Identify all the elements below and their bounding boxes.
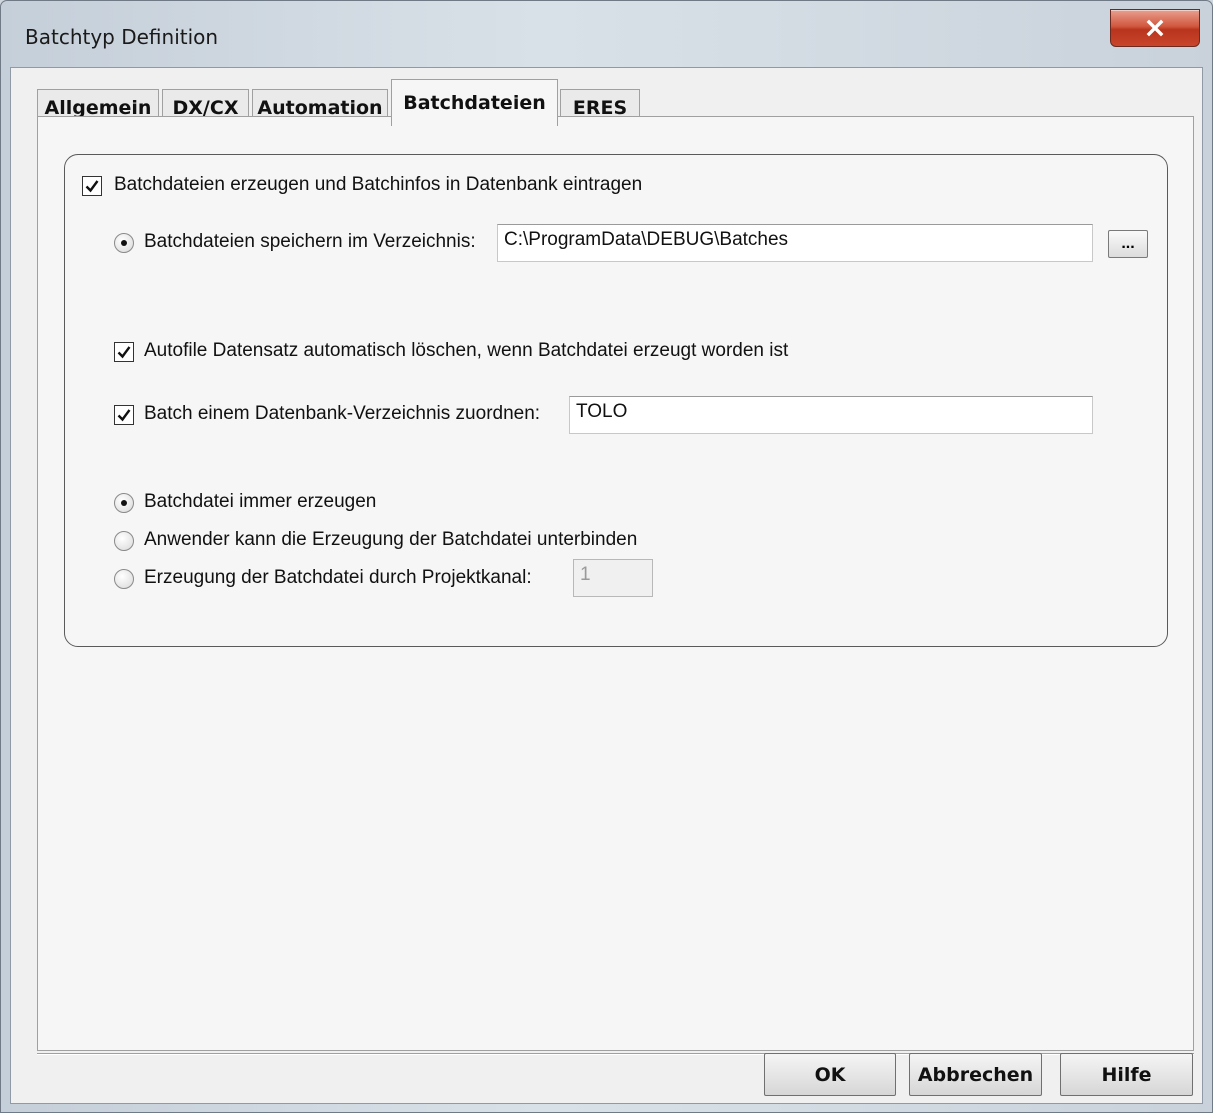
cancel-button[interactable]: Abbrechen xyxy=(909,1053,1042,1096)
radio-projektkanal[interactable] xyxy=(114,569,134,589)
browse-button[interactable]: ... xyxy=(1108,230,1148,258)
generate-batch-label: Batchdateien erzeugen und Batchinfos in … xyxy=(114,174,643,195)
radio-user-suppress-label: Anwender kann die Erzeugung der Batchdat… xyxy=(144,529,638,550)
tab-panel-batchdateien: Batchdateien erzeugen und Batchinfos in … xyxy=(37,116,1194,1051)
autofile-delete-label: Autofile Datensatz automatisch löschen, … xyxy=(144,340,789,361)
save-dir-label: Batchdateien speichern im Verzeichnis: xyxy=(144,231,476,252)
radio-user-suppress[interactable] xyxy=(114,531,134,551)
radio-always-generate-label: Batchdatei immer erzeugen xyxy=(144,491,377,512)
db-dir-label: Batch einem Datenbank-Verzeichnis zuordn… xyxy=(144,403,541,424)
checkmark-icon xyxy=(117,409,131,422)
close-icon xyxy=(1146,19,1164,37)
ok-button[interactable]: OK xyxy=(764,1053,896,1096)
title-bar[interactable]: Batchtyp Definition xyxy=(1,1,1212,65)
generate-batch-checkbox[interactable] xyxy=(82,176,102,196)
save-dir-input[interactable]: C:\ProgramData\DEBUG\Batches xyxy=(497,224,1093,262)
db-dir-input[interactable]: TOLO xyxy=(569,396,1093,434)
help-button[interactable]: Hilfe xyxy=(1060,1053,1193,1096)
tab-batchdateien[interactable]: Batchdateien xyxy=(391,79,558,126)
dialog-window: Batchtyp Definition Allgemein DX/CX Auto… xyxy=(0,0,1213,1113)
save-dir-radio[interactable] xyxy=(114,233,134,253)
batch-settings-group: Batchdateien erzeugen und Batchinfos in … xyxy=(64,154,1168,647)
checkmark-icon xyxy=(85,180,99,193)
autofile-delete-checkbox[interactable] xyxy=(114,342,134,362)
radio-projektkanal-label: Erzeugung der Batchdatei durch Projektka… xyxy=(144,567,532,588)
dialog-client: Allgemein DX/CX Automation Batchdateien … xyxy=(10,67,1203,1104)
checkmark-icon xyxy=(117,346,131,359)
radio-always-generate[interactable] xyxy=(114,493,134,513)
window-title: Batchtyp Definition xyxy=(25,25,219,49)
db-dir-checkbox[interactable] xyxy=(114,405,134,425)
close-button[interactable] xyxy=(1110,9,1200,47)
projektkanal-input[interactable]: 1 xyxy=(573,559,653,597)
